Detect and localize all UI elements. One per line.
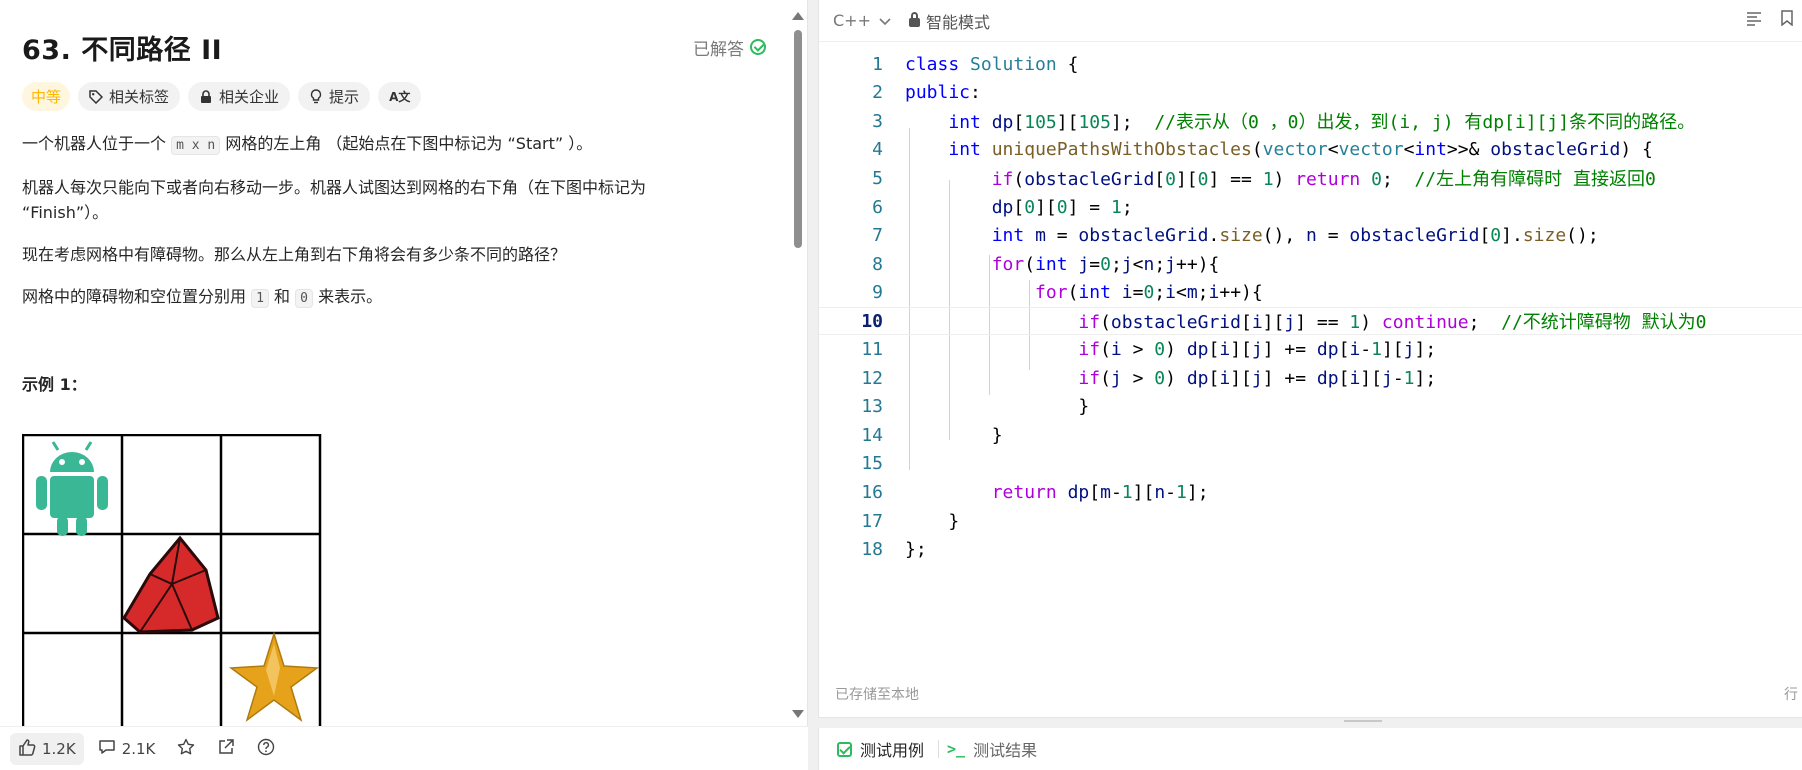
saved-status: 已存储至本地	[835, 687, 919, 703]
star-outline-icon	[177, 738, 195, 760]
comments-button[interactable]: 2.1K	[90, 733, 164, 765]
description-paragraph-3: 现在考虑网格中有障碍物。那么从左上角到右下角将会有多少条不同的路径？	[22, 245, 567, 264]
scroll-down-arrow-icon[interactable]	[792, 710, 804, 718]
help-button[interactable]	[249, 733, 283, 765]
desc4-text-mid: 和	[274, 287, 291, 306]
code-line: 7 int m = obstacleGrid.size(), n = obsta…	[872, 225, 1599, 247]
example-title: 示例 1：	[22, 375, 87, 394]
code-line: 9 for(int i=0;i<m;i++){	[872, 282, 1263, 304]
comment-count: 2.1K	[121, 739, 156, 758]
related-tags-button[interactable]: 相关标签	[78, 82, 181, 111]
description-paragraph-4: 网格中的障碍物和空位置分别用 1 和 0 来表示。	[22, 284, 712, 311]
description-scrollbar[interactable]	[794, 30, 802, 248]
robot-icon	[36, 441, 108, 536]
code-line: 13 }	[861, 396, 1090, 418]
current-code-line: 10 if(obstacleGrid[i][j] == 1) continue;…	[819, 306, 1802, 336]
language-select[interactable]: C++	[833, 11, 891, 30]
desc1-text-b: 网格的左上角 （起始点在下图中标记为 “Start” ）。	[225, 134, 593, 153]
smart-mode-toggle[interactable]: 智能模式	[908, 9, 990, 33]
code-line: 18};	[861, 539, 927, 561]
chevron-down-icon	[879, 11, 891, 30]
solved-status: 已解答	[693, 35, 766, 60]
code-line: 5 if(obstacleGrid[0][0] == 1) return 0; …	[872, 167, 1656, 191]
code-line: 17 }	[861, 510, 960, 532]
desc4-text-a: 网格中的障碍物和空位置分别用	[22, 287, 247, 306]
desc1-text-a: 一个机器人位于一个	[22, 134, 167, 153]
tab-test-cases[interactable]: 测试用例	[837, 737, 930, 761]
smart-mode-label: 智能模式	[925, 12, 990, 32]
code-area[interactable]: 1 class Solution { 2 public: 3 int dp[105]…	[819, 50, 1802, 564]
hint-label: 提示	[329, 88, 360, 106]
comment-icon	[98, 738, 116, 760]
code-line: 8 for(int j=0;j<n;j++){	[872, 253, 1220, 275]
code-line: 11 if(i > 0) dp[i][j] += dp[i-1][j];	[861, 339, 1437, 361]
desc1-code: m x n	[171, 136, 221, 155]
bookmark-icon[interactable]	[1780, 10, 1794, 30]
like-button[interactable]: 1.2K	[10, 732, 84, 765]
code-line: 15	[861, 453, 883, 475]
difficulty-badge: 中等	[22, 82, 71, 111]
code-line: 4 int uniquePathsWithObstacles(vector<ve…	[872, 139, 1653, 161]
lock-icon	[908, 12, 920, 27]
question-circle-icon	[257, 738, 275, 760]
code-line: 12 if(j > 0) dp[i][j] += dp[i][j-1];	[861, 367, 1437, 389]
desc4-code-1: 1	[251, 289, 269, 308]
tag-icon	[89, 89, 104, 104]
related-companies-label: 相关企业	[219, 88, 280, 106]
related-companies-button[interactable]: 相关企业	[188, 82, 291, 111]
desc4-code-0: 0	[295, 289, 313, 308]
problem-footer-toolbar: 1.2K 2.1K	[0, 726, 808, 770]
code-line: 14 }	[861, 424, 1003, 446]
tab-test-cases-label: 测试用例	[860, 741, 925, 760]
language-label: C++	[833, 11, 871, 30]
problem-title: 63. 不同路径 II	[22, 34, 223, 66]
tab-test-results-label: 测试结果	[973, 741, 1038, 760]
checkbox-icon	[837, 741, 852, 757]
desc4-text-b: 来表示。	[318, 287, 383, 306]
related-tags-label: 相关标签	[109, 88, 170, 106]
description-paragraph-2: 机器人每次只能向下或者向右移动一步。机器人试图达到网格的右下角（在下图中标记为 …	[22, 178, 647, 222]
translate-button[interactable]: A文	[378, 82, 422, 111]
lightbulb-icon	[309, 89, 323, 104]
solved-label: 已解答	[693, 39, 744, 60]
like-count: 1.2K	[42, 739, 76, 758]
scroll-up-arrow-icon[interactable]	[792, 12, 804, 20]
lock-icon	[199, 89, 213, 104]
tag-bar: 中等 相关标签 相关企业 提示 A文	[22, 82, 786, 111]
code-line: 3 int dp[105][105]; //表示从（0 ，0）出发，到(i, j…	[872, 110, 1696, 134]
share-icon	[217, 738, 235, 760]
thumbs-up-icon	[18, 738, 36, 760]
tab-divider	[938, 740, 940, 758]
favorite-button[interactable]	[169, 733, 203, 765]
tab-test-results[interactable]: >_ 测试结果	[947, 737, 1043, 761]
code-line: 6 dp[0][0] = 1;	[872, 196, 1133, 218]
terminal-icon: >_	[947, 740, 966, 758]
panel-splitter[interactable]	[808, 0, 818, 770]
code-line: 1 class Solution {	[872, 53, 1079, 75]
editor-toolbar: C++ 智能模式	[819, 0, 1802, 42]
problem-panel: 63. 不同路径 II 已解答 中等 相关标签 相关企业 提示 A文 一个机器人…	[0, 0, 808, 770]
code-line: 2 public:	[872, 82, 981, 104]
description-paragraph-1: 一个机器人位于一个 m x n 网格的左上角 （起始点在下图中标记为 “Star…	[22, 131, 712, 158]
code-line: 16 return dp[m-1][n-1];	[861, 481, 1209, 503]
hint-button[interactable]: 提示	[298, 82, 371, 111]
share-button[interactable]	[209, 733, 243, 765]
code-editor-panel: C++ 智能模式 1 class Solution { 2 public: 3 in…	[818, 0, 1802, 722]
example-grid-image	[22, 434, 322, 726]
obstacle-rock-icon	[122, 535, 220, 634]
format-lines-icon[interactable]	[1746, 10, 1762, 30]
resize-grip-icon[interactable]	[1344, 720, 1382, 724]
translate-icon: A文	[389, 90, 411, 104]
check-circle-icon	[750, 39, 766, 55]
cursor-position: 行	[1784, 687, 1798, 703]
editor-toolbar-right	[1746, 10, 1794, 30]
star-icon	[228, 631, 320, 722]
problem-description: 63. 不同路径 II 已解答 中等 相关标签 相关企业 提示 A文 一个机器人…	[0, 0, 808, 726]
test-panel: 测试用例 >_ 测试结果	[818, 728, 1802, 770]
